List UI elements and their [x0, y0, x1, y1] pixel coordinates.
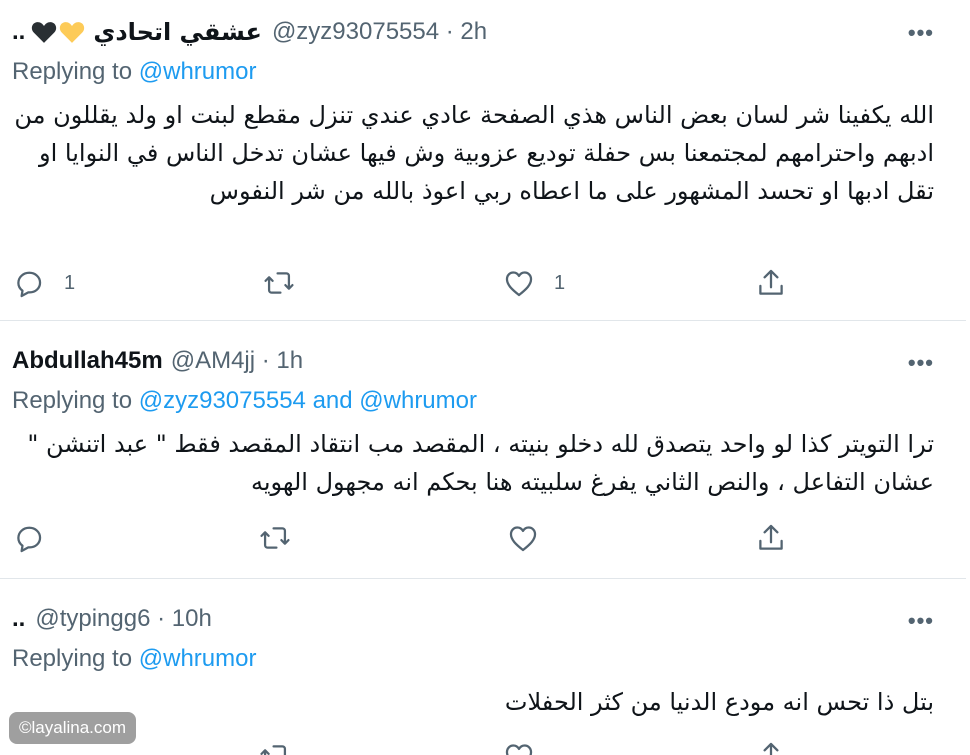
share-icon: [763, 742, 779, 755]
heart-icon: [509, 526, 537, 552]
reply-button[interactable]: [12, 521, 64, 555]
like-button[interactable]: [502, 739, 536, 755]
retweet-icon: [264, 272, 294, 294]
display-name-prefix: ..: [12, 605, 26, 632]
more-options-icon[interactable]: •••: [908, 20, 934, 46]
tweet-actions: [0, 521, 966, 555]
tweet-header: Abdullah45m @AM4jj · 1h: [12, 343, 303, 379]
tweet-text: بتل ذا تحس انه مودع الدنيا من كثر الحفلا…: [504, 688, 934, 716]
tweet-actions: [0, 739, 966, 755]
tweet[interactable]: .. @typingg6 · 10h ••• Replying to @whru…: [0, 579, 966, 755]
replying-to-label: Replying to: [12, 58, 139, 85]
replying-to-label: Replying to: [12, 645, 139, 672]
replying-to: Replying to @whrumor: [12, 58, 256, 86]
retweet-icon: [260, 527, 290, 549]
reply-count: 1: [64, 271, 76, 294]
handle-and-time[interactable]: @AM4jj · 1h: [171, 347, 303, 375]
tweet-header: .. @typingg6 · 10h: [12, 601, 212, 637]
reply-button[interactable]: 1: [12, 266, 75, 300]
share-button[interactable]: [754, 266, 788, 300]
reply-icon: [17, 526, 42, 553]
tweet-header: .. عشقي اتحادي @zyz93075554 · 2h: [12, 14, 487, 50]
retweet-button[interactable]: [262, 266, 296, 300]
more-options-icon[interactable]: •••: [908, 350, 934, 376]
black-heart-icon: [31, 20, 57, 44]
like-button[interactable]: [506, 521, 558, 555]
like-button[interactable]: 1: [502, 266, 565, 300]
share-icon: [759, 524, 783, 550]
retweet-icon: [260, 745, 287, 755]
tweet-text: ترا التويتر كذا لو واحد يتصدق لله دخلو ب…: [27, 430, 934, 496]
mention-link[interactable]: @whrumor: [139, 645, 257, 672]
display-name-prefix: ..: [12, 18, 26, 45]
tweet-text: الله يكفينا شر لسان بعض الناس هذي الصفحة…: [14, 101, 934, 205]
retweet-button[interactable]: [258, 521, 292, 555]
tweet[interactable]: .. عشقي اتحادي @zyz93075554 · 2h ••• Rep…: [0, 0, 966, 316]
share-button[interactable]: [754, 739, 788, 755]
handle-and-time[interactable]: @zyz93075554 · 2h: [272, 18, 487, 46]
replying-to: Replying to @whrumor: [12, 645, 256, 673]
display-name[interactable]: Abdullah45m: [12, 347, 163, 375]
reply-icon: [17, 271, 42, 298]
mention-link[interactable]: @zyz93075554 and @whrumor: [139, 387, 477, 414]
handle-and-time[interactable]: @typingg6 · 10h: [35, 605, 211, 633]
mention-link[interactable]: @whrumor: [139, 58, 257, 85]
share-button[interactable]: [754, 521, 788, 555]
more-options-icon[interactable]: •••: [908, 608, 934, 634]
yellow-heart-icon: [59, 20, 85, 44]
retweet-button[interactable]: [258, 739, 292, 755]
watermark: ©layalina.com: [9, 712, 137, 744]
display-name[interactable]: عشقي اتحادي: [93, 18, 262, 46]
tweet-actions: 1 1: [0, 266, 966, 300]
like-count: 1: [554, 271, 566, 294]
heart-icon: [505, 744, 533, 755]
share-icon: [759, 269, 783, 295]
tweet-feed: .. عشقي اتحادي @zyz93075554 · 2h ••• Rep…: [0, 0, 970, 755]
tweet[interactable]: Abdullah45m @AM4jj · 1h ••• Replying to …: [0, 321, 966, 577]
heart-icon: [505, 271, 533, 297]
replying-to-label: Replying to: [12, 387, 139, 414]
replying-to: Replying to @zyz93075554 and @whrumor: [12, 387, 477, 415]
